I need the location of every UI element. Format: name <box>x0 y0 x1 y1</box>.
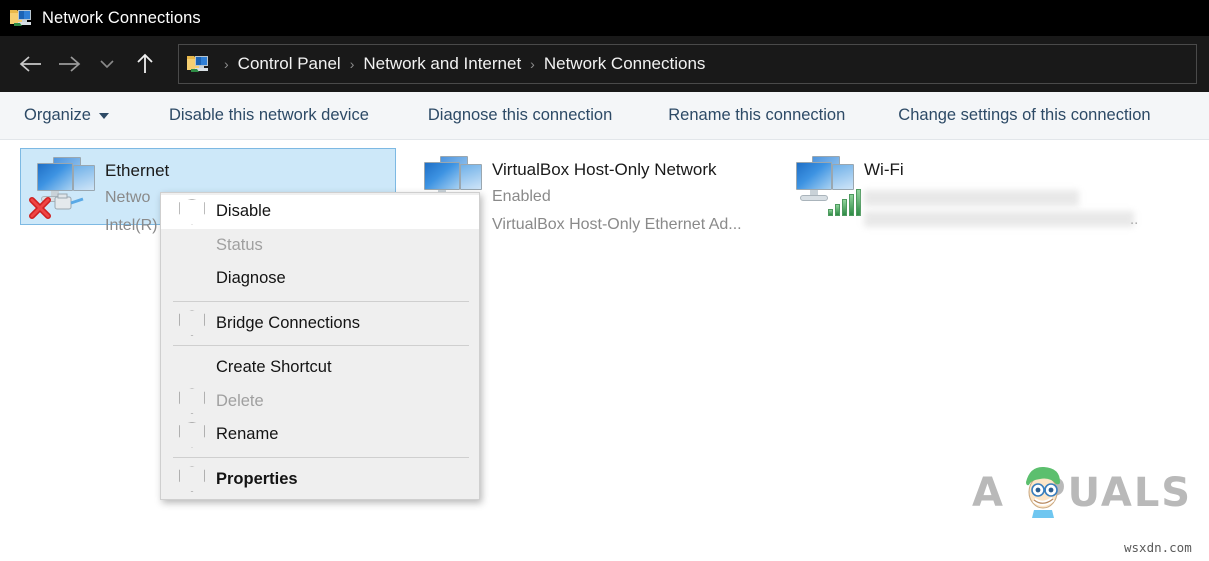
appuals-watermark: APPUALS <box>972 470 1192 516</box>
menu-item-properties[interactable]: Properties <box>161 463 479 497</box>
menu-item-delete: Delete <box>161 385 479 419</box>
connection-name: Wi-Fi <box>864 157 1134 183</box>
window-title: Network Connections <box>42 9 201 28</box>
disable-device-button[interactable]: Disable this network device <box>169 106 369 125</box>
menu-separator <box>173 345 469 346</box>
redacted-status-line <box>864 190 1079 206</box>
menu-item-label: Delete <box>216 392 264 411</box>
breadcrumb-item-control-panel[interactable]: Control Panel <box>238 54 341 74</box>
shield-icon <box>179 388 205 414</box>
menu-item-no-icon <box>179 232 205 258</box>
connection-adapter-ellipsis: .. <box>1130 211 1138 228</box>
breadcrumb-item-network-and-internet[interactable]: Network and Internet <box>363 54 521 74</box>
menu-item-label: Create Shortcut <box>216 358 332 377</box>
back-button[interactable] <box>12 45 50 83</box>
menu-item-create-shortcut[interactable]: Create Shortcut <box>161 351 479 385</box>
menu-item-label: Bridge Connections <box>216 314 360 333</box>
change-settings-button[interactable]: Change settings of this connection <box>898 106 1150 125</box>
source-credit: wsxdn.com <box>1124 540 1192 555</box>
window-title-bar: Network Connections <box>0 0 1209 36</box>
up-button[interactable] <box>126 45 164 83</box>
breadcrumb-network-icon <box>187 53 211 75</box>
arrow-left-icon <box>18 53 44 75</box>
caret-down-icon <box>99 113 109 119</box>
breadcrumb-separator: › <box>530 57 535 71</box>
arrow-right-icon <box>56 53 82 75</box>
connection-adapter: VirtualBox Host-Only Ethernet Ad... <box>492 211 742 239</box>
menu-separator <box>173 457 469 458</box>
forward-button[interactable] <box>50 45 88 83</box>
menu-item-label: Properties <box>216 470 298 489</box>
diagnose-connection-button[interactable]: Diagnose this connection <box>428 106 612 125</box>
signal-bars-badge <box>828 186 862 216</box>
connection-name: Ethernet <box>105 158 169 184</box>
menu-item-rename[interactable]: Rename <box>161 418 479 452</box>
shield-icon <box>179 422 205 448</box>
recent-locations-button[interactable] <box>88 45 126 83</box>
organize-button[interactable]: Organize <box>24 106 109 125</box>
shield-icon <box>179 310 205 336</box>
command-bar: Organize Disable this network device Dia… <box>0 92 1209 140</box>
menu-item-label: Status <box>216 236 263 255</box>
breadcrumb[interactable]: › Control Panel › Network and Internet ›… <box>178 44 1197 84</box>
connection-name: VirtualBox Host-Only Network <box>492 157 742 183</box>
monitor-network-disconnected-icon <box>25 155 97 217</box>
menu-item-no-icon <box>179 266 205 292</box>
arrow-up-icon <box>134 52 156 76</box>
rename-connection-button[interactable]: Rename this connection <box>668 106 845 125</box>
breadcrumb-item-network-connections[interactable]: Network Connections <box>544 54 706 74</box>
menu-separator <box>173 301 469 302</box>
shield-icon <box>179 199 205 225</box>
breadcrumb-separator: › <box>350 57 355 71</box>
menu-item-no-icon <box>179 355 205 381</box>
menu-item-bridge-connections[interactable]: Bridge Connections <box>161 307 479 341</box>
address-bar: › Control Panel › Network and Internet ›… <box>0 36 1209 92</box>
organize-label: Organize <box>24 106 91 125</box>
connection-status: Enabled <box>492 183 742 211</box>
menu-item-label: Rename <box>216 425 278 444</box>
shield-icon <box>179 466 205 492</box>
monitor-wifi-icon <box>784 154 856 216</box>
watermark-prefix: A <box>972 470 1005 516</box>
ethernet-plug-badge <box>53 191 87 215</box>
menu-item-disable[interactable]: Disable <box>161 195 479 229</box>
network-connections-icon <box>10 7 34 29</box>
menu-item-label: Disable <box>216 202 271 221</box>
context-menu: Disable Status Diagnose Bridge Connectio… <box>160 192 480 500</box>
red-x-badge <box>27 195 53 221</box>
redacted-adapter-line <box>864 211 1134 227</box>
connection-item-wi-fi[interactable]: Wi-Fi <box>780 148 1180 225</box>
breadcrumb-separator: › <box>224 57 229 71</box>
menu-item-label: Diagnose <box>216 269 286 288</box>
menu-item-status: Status <box>161 229 479 263</box>
appuals-mascot-icon <box>1020 462 1066 518</box>
menu-item-diagnose[interactable]: Diagnose <box>161 262 479 296</box>
chevron-down-icon <box>97 54 117 74</box>
